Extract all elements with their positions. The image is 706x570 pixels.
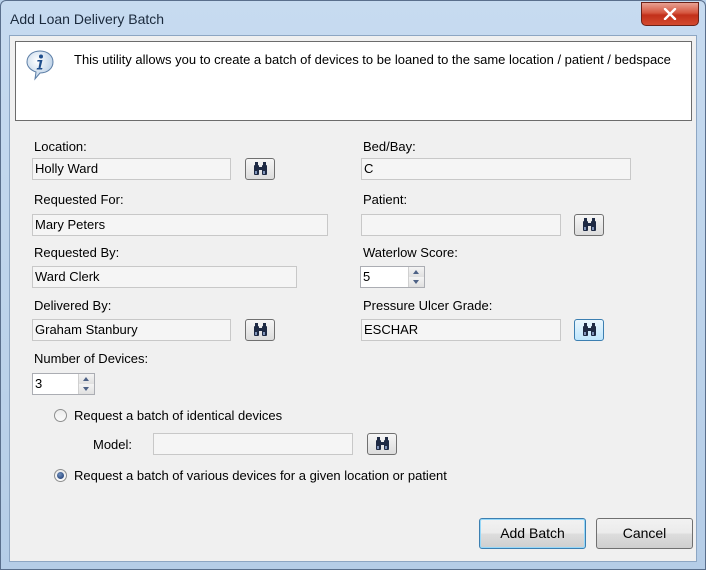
requested-by-label: Requested By: [34, 245, 120, 260]
binoculars-icon [583, 323, 596, 336]
patient-label: Patient: [363, 192, 408, 207]
waterlow-score-value: 5 [363, 269, 371, 284]
location-field[interactable]: Holly Ward [32, 158, 231, 180]
bed-bay-label: Bed/Bay: [363, 139, 416, 154]
model-field[interactable] [153, 433, 353, 455]
info-panel: This utility allows you to create a batc… [15, 41, 692, 121]
waterlow-score-stepper[interactable]: 5 [360, 266, 425, 288]
waterlow-score-label: Waterlow Score: [363, 245, 458, 260]
dialog-window: Add Loan Delivery Batch This utility all… [0, 0, 706, 570]
patient-field[interactable] [361, 214, 561, 236]
delivered-by-label: Delivered By: [34, 298, 112, 313]
delivered-by-find-button[interactable] [245, 319, 275, 341]
info-icon [26, 50, 54, 81]
binoculars-icon [376, 437, 389, 450]
title-bar[interactable]: Add Loan Delivery Batch [1, 1, 705, 35]
various-devices-label[interactable]: Request a batch of various devices for a… [74, 468, 447, 483]
add-batch-button[interactable]: Add Batch [479, 518, 586, 549]
binoculars-icon [254, 323, 267, 336]
dialog-content: This utility allows you to create a batc… [9, 35, 697, 562]
model-find-button[interactable] [367, 433, 397, 455]
window-title: Add Loan Delivery Batch [10, 11, 165, 27]
pressure-ulcer-grade-label: Pressure Ulcer Grade: [363, 298, 493, 313]
number-of-devices-stepper[interactable]: 3 [32, 373, 95, 395]
identical-devices-label[interactable]: Request a batch of identical devices [74, 408, 282, 423]
close-button[interactable] [641, 2, 699, 26]
number-of-devices-value: 3 [35, 376, 43, 391]
close-icon [663, 8, 677, 20]
requested-for-label: Requested For: [34, 192, 124, 207]
bed-bay-field[interactable]: C [361, 158, 631, 180]
binoculars-icon [583, 218, 596, 231]
identical-devices-radio[interactable] [54, 409, 67, 422]
decrement-button[interactable] [409, 277, 424, 287]
cancel-button[interactable]: Cancel [596, 518, 693, 549]
location-label: Location: [34, 139, 87, 154]
decrement-button[interactable] [79, 384, 94, 394]
pressure-ulcer-grade-field[interactable]: ESCHAR [361, 319, 561, 341]
patient-find-button[interactable] [574, 214, 604, 236]
binoculars-icon [254, 162, 267, 175]
requested-by-field[interactable]: Ward Clerk [32, 266, 297, 288]
various-devices-radio[interactable] [54, 469, 67, 482]
pressure-ulcer-find-button[interactable] [574, 319, 604, 341]
requested-for-field[interactable]: Mary Peters [32, 214, 328, 236]
info-message: This utility allows you to create a batc… [74, 52, 671, 67]
model-label: Model: [93, 437, 133, 452]
number-of-devices-label: Number of Devices: [34, 351, 149, 366]
location-find-button[interactable] [245, 158, 275, 180]
delivered-by-field[interactable]: Graham Stanbury [32, 319, 231, 341]
